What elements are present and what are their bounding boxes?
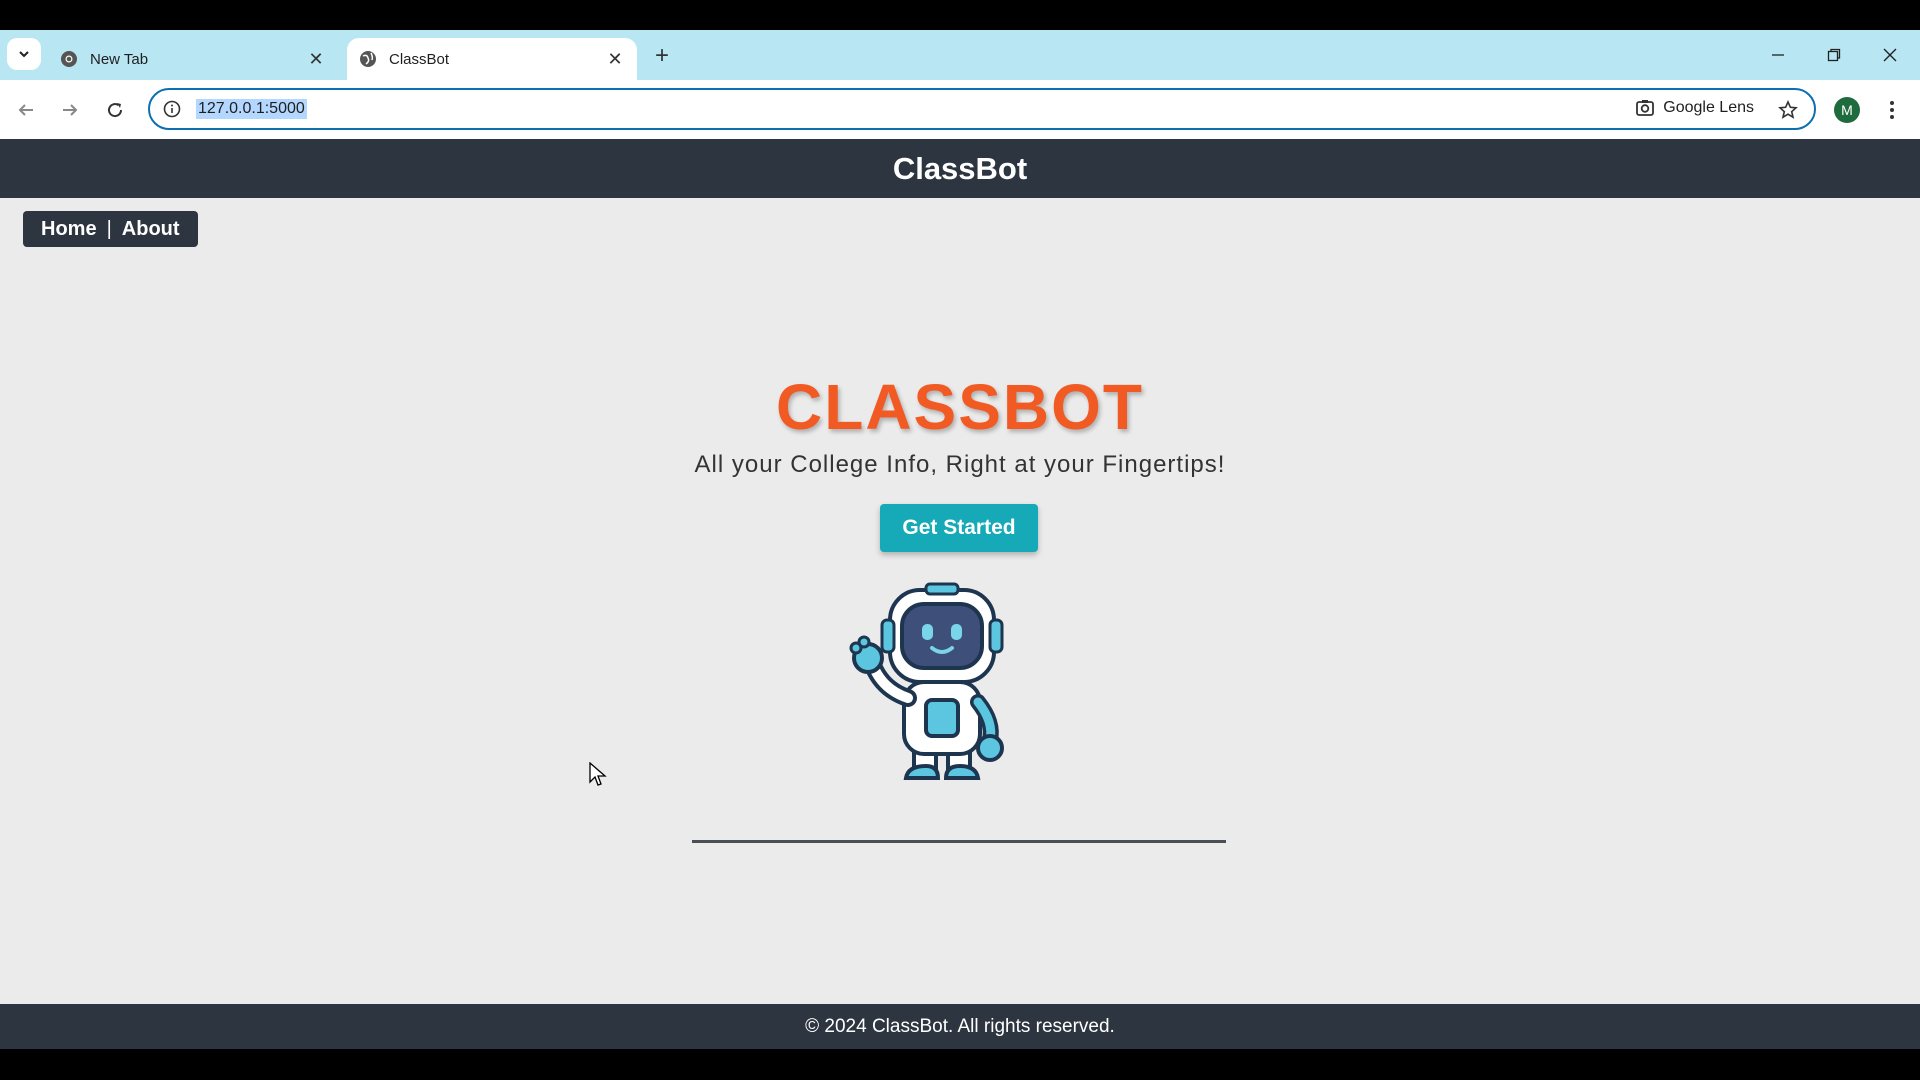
robot-mascot-illustration	[849, 582, 1004, 780]
google-lens-button[interactable]: Google Lens	[1635, 98, 1754, 118]
hero-title: CLASSBOT	[776, 371, 1144, 443]
web-page: ClassBot Home | About CLASSBOT All your …	[0, 139, 1920, 1049]
forward-button[interactable]	[54, 94, 86, 126]
back-button[interactable]	[10, 94, 42, 126]
bookmark-star-icon[interactable]	[1776, 98, 1800, 122]
site-info-icon[interactable]	[162, 99, 182, 119]
profile-avatar[interactable]: M	[1834, 97, 1860, 123]
nav-home-link[interactable]: Home	[41, 218, 97, 241]
close-icon	[1883, 48, 1897, 62]
get-started-button[interactable]: Get Started	[880, 504, 1038, 552]
minimize-icon	[1772, 54, 1784, 56]
site-brand: ClassBot	[892, 150, 1028, 186]
restore-icon	[1827, 48, 1841, 62]
site-header: ClassBot	[0, 139, 1920, 198]
footer-copyright: © 2024 ClassBot. All rights reserved.	[805, 1015, 1115, 1037]
menu-kebab-icon[interactable]	[1880, 94, 1904, 126]
divider	[692, 840, 1226, 843]
tab-strip: New Tab ✕ ClassBot ✕ +	[0, 30, 1920, 80]
lens-camera-icon	[1636, 100, 1655, 116]
site-footer: © 2024 ClassBot. All rights reserved.	[0, 1004, 1920, 1049]
globe-icon	[360, 51, 376, 67]
hero-subtitle: All your College Info, Right at your Fin…	[694, 451, 1226, 478]
address-bar[interactable]: 127.0.0.1:5000 Google Lens	[148, 88, 1816, 130]
chevron-down-icon	[19, 51, 29, 58]
chrome-icon	[61, 51, 77, 67]
minimize-button[interactable]	[1750, 30, 1806, 80]
url-text[interactable]: 127.0.0.1:5000	[196, 99, 307, 119]
new-tab-button[interactable]: +	[648, 42, 676, 70]
site-nav: Home | About	[23, 211, 198, 247]
reload-icon	[108, 103, 123, 118]
forward-arrow-icon	[63, 104, 78, 116]
tab-classbot[interactable]: ClassBot ✕	[347, 38, 637, 80]
google-lens-label: Google Lens	[1663, 99, 1754, 116]
tab-search-button[interactable]	[7, 38, 41, 70]
nav-separator: |	[106, 217, 112, 240]
mouse-cursor-icon	[589, 762, 607, 786]
tab-title: New Tab	[90, 50, 149, 68]
close-icon[interactable]: ✕	[605, 49, 625, 69]
tab-title: ClassBot	[389, 50, 450, 68]
tab-new-tab[interactable]: New Tab ✕	[48, 38, 338, 80]
restore-button[interactable]	[1806, 30, 1862, 80]
close-icon[interactable]: ✕	[306, 49, 326, 69]
browser-toolbar: 127.0.0.1:5000 Google Lens M	[0, 80, 1920, 139]
reload-button[interactable]	[99, 94, 131, 126]
back-arrow-icon	[18, 104, 33, 116]
window-close-button[interactable]	[1862, 30, 1918, 80]
nav-about-link[interactable]: About	[122, 218, 180, 241]
screen: New Tab ✕ ClassBot ✕ + 127.0.0.1:5000 Go…	[0, 0, 1920, 1080]
